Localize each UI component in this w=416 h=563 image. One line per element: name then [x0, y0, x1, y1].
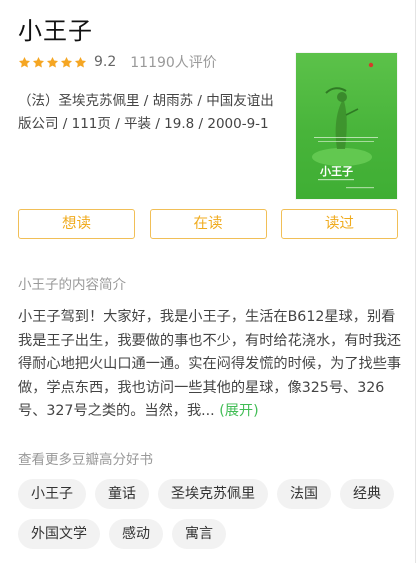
more-books-heading: 查看更多豆瓣高分好书 — [18, 452, 153, 468]
reading-button[interactable]: 在读 — [149, 209, 267, 239]
star-icon — [18, 56, 31, 68]
cover-illustration: 小王子 — [312, 62, 378, 189]
rating-count[interactable]: 11190人评价 — [130, 52, 217, 72]
tag-chip[interactable]: 感动 — [109, 519, 163, 549]
rating-row: 9.2 11190人评价 — [18, 52, 217, 72]
have-read-button[interactable]: 读过 — [281, 209, 398, 239]
tag-chip[interactable]: 法国 — [277, 479, 331, 509]
star-icon — [74, 56, 87, 68]
book-cover-image[interactable]: 小王子 — [296, 53, 397, 199]
intro-heading: 小王子的内容简介 — [18, 277, 126, 293]
rating-stars — [18, 56, 88, 69]
rating-score: 9.2 — [94, 54, 117, 70]
reading-status-actions: 想读 在读 读过 — [18, 209, 398, 239]
want-to-read-button[interactable]: 想读 — [18, 209, 135, 239]
tag-chip[interactable]: 圣埃克苏佩里 — [158, 479, 268, 509]
star-icon — [32, 56, 45, 68]
tag-chip[interactable]: 外国文学 — [18, 519, 100, 549]
book-meta: （法）圣埃克苏佩里 / 胡雨苏 / 中国友谊出版公司 / 111页 / 平装 /… — [18, 93, 274, 132]
intro-body: 小王子驾到！大家好，我是小王子，生活在B612星球，别看我是王子出生，我要做的事… — [18, 309, 402, 419]
tag-chip[interactable]: 小王子 — [18, 479, 86, 509]
cover-title: 小王子 — [319, 164, 353, 178]
tag-chip[interactable]: 经典 — [340, 479, 394, 509]
star-icon — [46, 56, 59, 68]
expand-link[interactable]: (展开) — [219, 403, 258, 419]
book-detail-page: 小王子 9.2 11190人评价 （法）圣埃克苏佩里 / 胡雨苏 / 中国友谊出… — [0, 0, 416, 563]
intro-text: 小王子驾到！大家好，我是小王子，生活在B612星球，别看我是王子出生，我要做的事… — [18, 306, 404, 424]
tag-chip[interactable]: 童话 — [95, 479, 149, 509]
tag-chip[interactable]: 寓言 — [172, 519, 226, 549]
star-icon — [60, 56, 73, 68]
book-title: 小王子 — [18, 17, 93, 45]
tag-list: 小王子 童话 圣埃克苏佩里 法国 经典外国文学 感动 寓言 — [18, 479, 402, 549]
